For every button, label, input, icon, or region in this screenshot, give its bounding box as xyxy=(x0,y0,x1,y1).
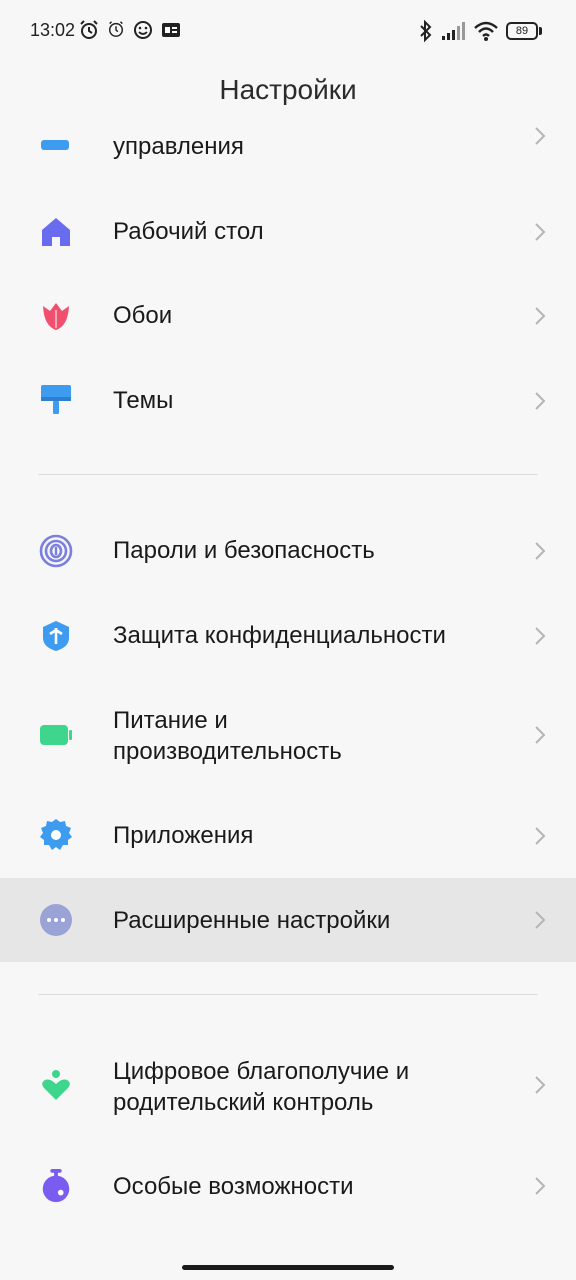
chevron-right-icon xyxy=(535,307,546,325)
tulip-icon xyxy=(43,303,69,330)
settings-item-passwords-security[interactable]: Пароли и безопасность xyxy=(0,508,576,594)
settings-item-digital-wellbeing[interactable]: Цифровое благополучие и родительский кон… xyxy=(0,1030,576,1144)
settings-item-label: Защита конфиденциальности xyxy=(113,622,446,649)
alarm-clock-icon xyxy=(108,21,124,37)
paint-roller-icon xyxy=(41,385,71,414)
settings-item-desktop[interactable]: Рабочий стол xyxy=(0,190,576,274)
chevron-right-icon xyxy=(535,223,546,241)
settings-item-control-center[interactable]: управления xyxy=(0,110,576,176)
wellbeing-icon xyxy=(42,1070,70,1100)
settings-item-label: Расширенные настройки xyxy=(113,907,391,934)
settings-item-label: Рабочий стол xyxy=(113,218,264,245)
chevron-right-icon xyxy=(535,627,546,645)
emoji-notification-icon xyxy=(134,21,152,39)
card-notification-icon xyxy=(162,23,180,37)
section-divider xyxy=(38,474,538,475)
settings-item-accessibility[interactable]: Особые возможности xyxy=(0,1144,576,1232)
chevron-right-icon xyxy=(535,392,546,410)
settings-item-label: Приложения xyxy=(113,822,254,849)
settings-item-label-line2: производительность xyxy=(113,738,342,765)
signal-icon xyxy=(442,22,465,40)
settings-item-privacy[interactable]: Защита конфиденциальности xyxy=(0,594,576,678)
privacy-shield-icon xyxy=(43,621,69,651)
chevron-right-icon xyxy=(535,827,546,845)
settings-item-label: Темы xyxy=(113,387,174,414)
settings-item-label-line1: Цифровое благополучие и xyxy=(113,1058,410,1085)
settings-item-battery-performance[interactable]: Питание и производительность xyxy=(0,678,576,792)
settings-item-label-line1: Питание и xyxy=(113,707,228,734)
settings-item-label-line2: родительский контроль xyxy=(113,1089,374,1116)
settings-item-label: Обои xyxy=(113,302,173,329)
wifi-icon xyxy=(474,21,498,41)
control-center-icon xyxy=(41,140,69,150)
chevron-right-icon xyxy=(535,1177,546,1195)
more-dots-icon xyxy=(40,904,72,936)
settings-item-label: управления xyxy=(113,133,244,160)
settings-item-themes[interactable]: Темы xyxy=(0,358,576,444)
home-icon xyxy=(42,218,70,246)
battery-level: 89 xyxy=(515,25,529,37)
gesture-nav-handle[interactable] xyxy=(182,1265,394,1270)
settings-item-wallpaper[interactable]: Обои xyxy=(0,274,576,358)
settings-item-label: Особые возможности xyxy=(113,1173,354,1200)
status-time: 13:02 xyxy=(30,20,76,40)
battery-tip xyxy=(539,27,542,35)
apps-gear-icon xyxy=(40,819,72,850)
chevron-right-icon xyxy=(535,542,546,560)
battery-power-icon xyxy=(40,725,72,745)
alarm-icon xyxy=(80,20,98,39)
chevron-right-icon xyxy=(535,726,546,744)
accessibility-icon xyxy=(42,1168,70,1203)
chevron-right-icon xyxy=(535,127,546,145)
status-bar: 13:02 89 xyxy=(0,0,576,64)
chevron-right-icon xyxy=(535,1076,546,1094)
section-divider xyxy=(38,994,538,995)
fingerprint-icon xyxy=(39,534,73,568)
chevron-right-icon xyxy=(535,911,546,929)
settings-item-additional-settings[interactable]: Расширенные настройки xyxy=(0,878,576,962)
page-title: Настройки xyxy=(219,74,357,105)
battery-icon: 89 xyxy=(506,22,538,40)
bluetooth-icon xyxy=(420,19,432,43)
settings-item-apps[interactable]: Приложения xyxy=(0,792,576,878)
settings-item-label: Пароли и безопасность xyxy=(113,537,375,564)
